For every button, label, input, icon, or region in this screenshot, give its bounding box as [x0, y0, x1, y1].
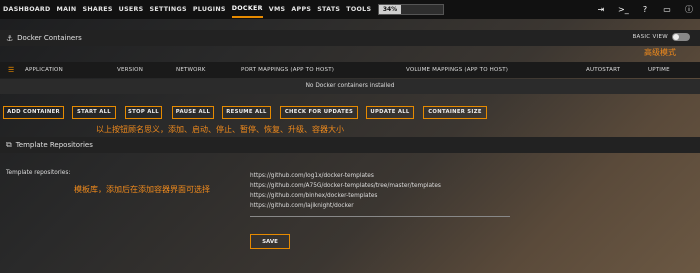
menu-icon[interactable]: ☰ [8, 66, 14, 74]
update-all-button[interactable]: UPDATE ALL [366, 106, 414, 119]
repo-line: https://github.com/A75G/docker-templates… [250, 183, 441, 189]
container-size-button[interactable]: CONTAINER SIZE [423, 106, 487, 119]
basic-view-label: BASIC VIEW [632, 34, 668, 40]
usage-percent: 34% [382, 6, 398, 13]
empty-table-message: No Docker containers installed [0, 79, 700, 94]
nav-tools[interactable]: TOOLS [346, 0, 371, 19]
check-for-updates-button[interactable]: CHECK FOR UPDATES [280, 106, 358, 119]
repo-line: https://github.com/lajiknight/docker [250, 203, 354, 209]
docker-section-title: Docker Containers [17, 34, 82, 42]
nav-docker[interactable]: DOCKER [231, 1, 263, 18]
template-section-header: ⧉ Template Repositories [0, 137, 700, 153]
save-button[interactable]: SAVE [250, 234, 290, 249]
add-container-button[interactable]: ADD CONTAINER [3, 106, 64, 119]
top-nav: DASHBOARD MAIN SHARES USERS SETTINGS PLU… [0, 0, 700, 19]
col-application: APPLICATION [25, 67, 63, 73]
basic-view-toggle-wrap: BASIC VIEW [632, 33, 690, 41]
help-icon[interactable]: ? [640, 3, 650, 16]
col-autostart: AUTOSTART [586, 67, 621, 73]
textarea-underline [250, 216, 510, 217]
resume-all-button[interactable]: RESUME ALL [222, 106, 271, 119]
docker-icon: ⚓ [6, 33, 14, 43]
col-uptime: UPTIME [648, 67, 670, 73]
col-port-mappings: PORT MAPPINGS (APP TO HOST) [241, 67, 335, 73]
basic-view-toggle[interactable] [672, 33, 690, 41]
nav-vms[interactable]: VMS [269, 0, 286, 19]
copy-icon: ⧉ [6, 140, 12, 149]
nav-apps[interactable]: APPS [291, 0, 311, 19]
nav-shares[interactable]: SHARES [83, 0, 113, 19]
nav-plugins[interactable]: PLUGINS [193, 0, 226, 19]
containers-table-header: ☰ APPLICATION VERSION NETWORK PORT MAPPI… [0, 62, 700, 78]
nav-stats[interactable]: STATS [317, 0, 340, 19]
nav-settings[interactable]: SETTINGS [150, 0, 187, 19]
top-icons: ⇥ >_ ? ▭ ⓘ [596, 3, 694, 16]
terminal-icon[interactable]: >_ [618, 3, 629, 16]
buttons-annotation: 以上按钮顾名思义，添加、启动、停止、暂停、恢复、升级、容器大小 [96, 125, 344, 134]
col-volume-mappings: VOLUME MAPPINGS (APP TO HOST) [406, 67, 509, 73]
start-all-button[interactable]: START ALL [72, 106, 116, 119]
pause-all-button[interactable]: PAUSE ALL [172, 106, 214, 119]
template-annotation: 模板库，添加后在添加容器界面可选择 [74, 185, 210, 194]
template-repos-textarea[interactable]: https://github.com/log1x/docker-template… [250, 171, 441, 211]
col-version: VERSION [117, 67, 144, 73]
repo-line: https://github.com/log1x/docker-template… [250, 173, 374, 179]
nav-users[interactable]: USERS [119, 0, 144, 19]
stop-all-button[interactable]: STOP ALL [125, 106, 162, 119]
info-icon[interactable]: ⓘ [684, 3, 694, 16]
template-repos-label: Template repositories: [6, 170, 71, 176]
advanced-mode-annotation: 高级模式 [644, 48, 676, 57]
col-network: NETWORK [176, 67, 206, 73]
nav-main[interactable]: MAIN [57, 0, 77, 19]
repo-line: https://github.com/binhex/docker-templat… [250, 193, 378, 199]
array-usage-bar: 34% [378, 4, 444, 15]
docker-section-header: ⚓ Docker Containers BASIC VIEW [0, 30, 700, 46]
template-section-title: Template Repositories [15, 141, 93, 149]
nav-dashboard[interactable]: DASHBOARD [3, 0, 51, 19]
monitor-icon[interactable]: ▭ [662, 3, 672, 16]
logout-icon[interactable]: ⇥ [596, 3, 606, 16]
